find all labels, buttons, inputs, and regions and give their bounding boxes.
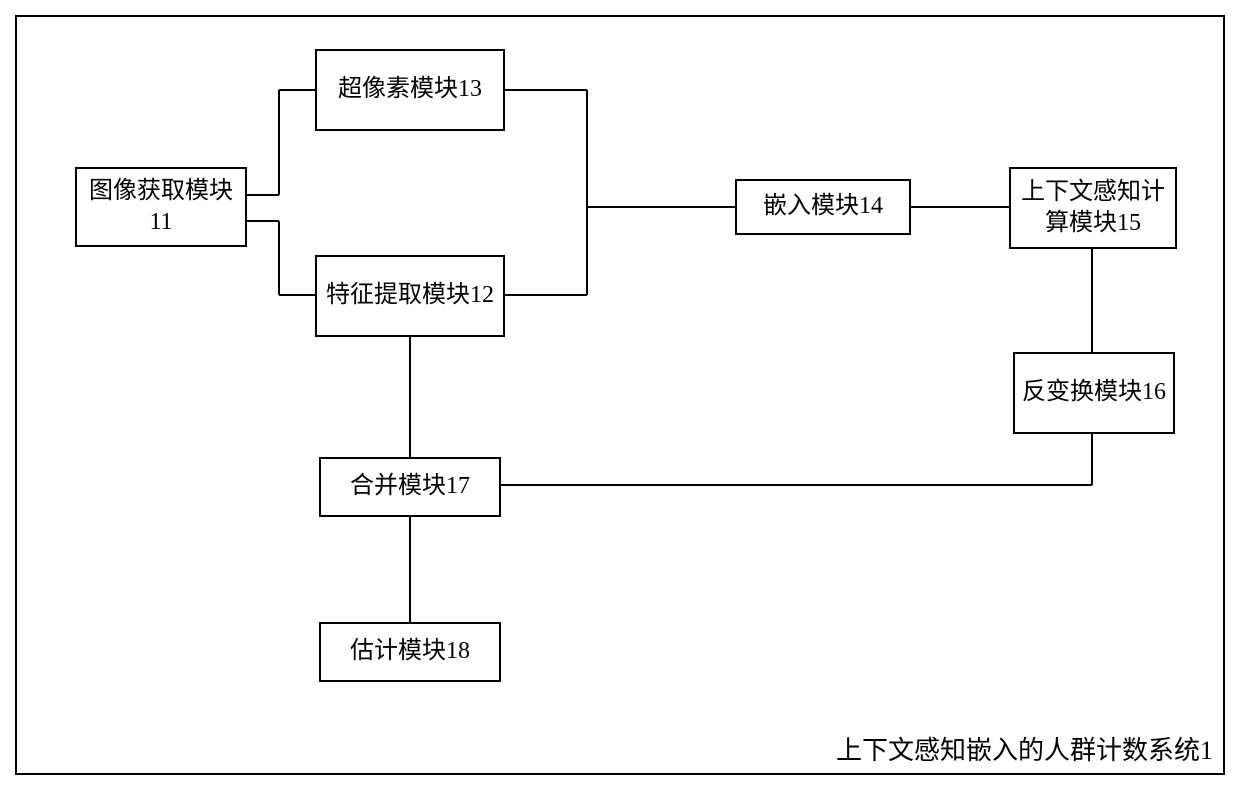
module-feature-extract: 特征提取模块12	[315, 255, 505, 337]
system-caption: 上下文感知嵌入的人群计数系统1	[836, 730, 1213, 767]
module-label: 合并模块17	[350, 471, 470, 502]
module-embed: 嵌入模块14	[735, 179, 911, 235]
module-label: 超像素模块13	[338, 74, 482, 105]
module-context-aware: 上下文感知计算模块15	[1009, 167, 1177, 249]
module-label: 上下文感知计算模块15	[1017, 177, 1169, 239]
diagram-frame: 图像获取模块11 超像素模块13 特征提取模块12 嵌入模块14 上下文感知计算…	[15, 15, 1225, 775]
module-superpixel: 超像素模块13	[315, 49, 505, 131]
module-image-acquire: 图像获取模块11	[75, 167, 247, 247]
module-label: 估计模块18	[350, 636, 470, 667]
module-inverse-transform: 反变换模块16	[1013, 352, 1175, 434]
module-label: 特征提取模块12	[326, 280, 494, 311]
module-label: 嵌入模块14	[763, 191, 883, 222]
module-merge: 合并模块17	[319, 457, 501, 517]
module-label: 图像获取模块11	[83, 176, 239, 238]
module-label: 反变换模块16	[1022, 377, 1166, 408]
module-estimate: 估计模块18	[319, 622, 501, 682]
